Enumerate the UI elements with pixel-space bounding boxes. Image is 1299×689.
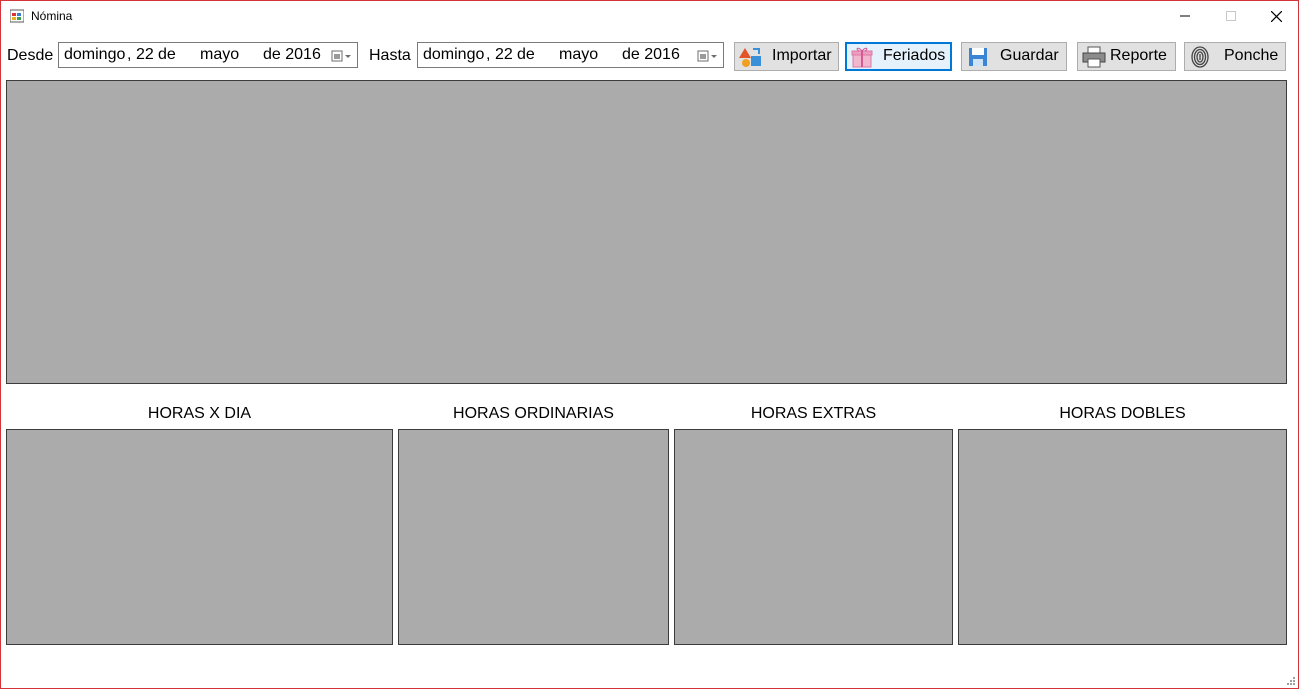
main-window: Nómina Desde domingo , 22 de mayo de 201… bbox=[0, 0, 1299, 689]
horas-extras-header: HORAS EXTRAS bbox=[750, 405, 877, 422]
horas-extras-grid[interactable] bbox=[674, 429, 953, 645]
reporte-button[interactable]: Reporte bbox=[1077, 42, 1176, 71]
desde-de: de bbox=[158, 46, 176, 63]
horas-ordinarias-header: HORAS ORDINARIAS bbox=[453, 405, 614, 422]
ponche-button[interactable]: Ponche bbox=[1184, 42, 1286, 71]
horas-x-dia-grid[interactable] bbox=[6, 429, 393, 645]
desde-month: mayo bbox=[200, 46, 240, 63]
close-button[interactable] bbox=[1253, 1, 1299, 31]
import-icon bbox=[739, 48, 761, 67]
title-bar[interactable]: Nómina bbox=[1, 1, 1298, 31]
desde-date-picker[interactable]: domingo , 22 de mayo de 2016 bbox=[58, 42, 358, 68]
hasta-year: de 2016 bbox=[622, 46, 680, 63]
guardar-button[interactable]: Guardar bbox=[961, 42, 1067, 71]
fingerprint-icon bbox=[1191, 46, 1209, 68]
reporte-label: Reporte bbox=[1110, 47, 1167, 64]
calendar-dropdown-icon[interactable] bbox=[697, 49, 719, 63]
maximize-button[interactable] bbox=[1208, 1, 1254, 31]
maximize-icon bbox=[1226, 11, 1236, 21]
ponche-label: Ponche bbox=[1224, 47, 1279, 64]
hasta-de: de bbox=[517, 46, 535, 63]
desde-label: Desde bbox=[7, 47, 54, 64]
horas-x-dia-header: HORAS X DIA bbox=[147, 405, 252, 422]
desde-weekday: domingo bbox=[64, 46, 126, 63]
resize-grip-icon[interactable] bbox=[1285, 675, 1295, 685]
importar-button[interactable]: Importar bbox=[734, 42, 839, 71]
gift-icon bbox=[851, 47, 873, 68]
close-icon bbox=[1270, 10, 1282, 22]
feriados-button[interactable]: Feriados bbox=[845, 42, 952, 71]
main-data-grid[interactable] bbox=[6, 80, 1287, 384]
importar-label: Importar bbox=[772, 47, 832, 64]
hasta-weekday: domingo bbox=[423, 46, 485, 63]
horas-dobles-header: HORAS DOBLES bbox=[1059, 405, 1186, 422]
desde-day: 22 bbox=[136, 46, 154, 63]
app-icon bbox=[10, 9, 24, 23]
window-title: Nómina bbox=[31, 9, 73, 23]
printer-icon bbox=[1082, 46, 1106, 68]
horas-ordinarias-grid[interactable] bbox=[398, 429, 669, 645]
minimize-icon bbox=[1180, 15, 1190, 17]
horas-dobles-grid[interactable] bbox=[958, 429, 1287, 645]
minimize-button[interactable] bbox=[1162, 1, 1208, 31]
desde-year: de 2016 bbox=[263, 46, 321, 63]
hasta-day: 22 bbox=[495, 46, 513, 63]
guardar-label: Guardar bbox=[1000, 47, 1059, 64]
save-icon bbox=[969, 48, 987, 66]
hasta-month: mayo bbox=[559, 46, 599, 63]
feriados-label: Feriados bbox=[883, 47, 946, 64]
calendar-dropdown-icon[interactable] bbox=[331, 49, 353, 63]
hasta-label: Hasta bbox=[369, 47, 411, 64]
hasta-date-picker[interactable]: domingo , 22 de mayo de 2016 bbox=[417, 42, 724, 68]
